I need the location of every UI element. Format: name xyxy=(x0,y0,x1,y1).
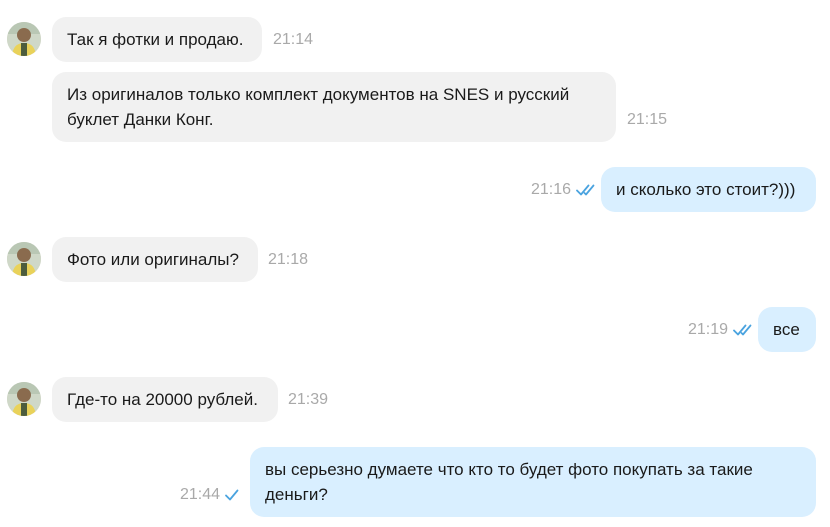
double-check-icon xyxy=(733,324,752,336)
contact-avatar[interactable] xyxy=(7,382,41,416)
message-bubble[interactable]: Так я фотки и продаю. xyxy=(52,17,262,62)
message-text: все xyxy=(773,320,800,339)
message-time: 21:19 xyxy=(688,321,729,338)
message-time: 21:16 xyxy=(531,181,572,198)
message-time: 21:18 xyxy=(268,251,309,268)
message-time: 21:44 xyxy=(180,486,221,503)
contact-avatar[interactable] xyxy=(7,22,41,56)
contact-avatar[interactable] xyxy=(7,242,41,276)
single-check-icon xyxy=(225,489,239,501)
message-bubble[interactable]: Фото или оригиналы? xyxy=(52,237,258,282)
message-bubble[interactable]: вы серьезно думаете что кто то будет фот… xyxy=(250,447,816,517)
chat-history: Так я фотки и продаю. 21:14 Из оригинало… xyxy=(0,0,830,527)
message-bubble[interactable]: Из оригиналов только комплект документов… xyxy=(52,72,616,142)
message-text-line: Из оригиналов только комплект документов… xyxy=(67,85,570,104)
message-text: Фото или оригиналы? xyxy=(67,250,239,269)
message-bubble[interactable]: все xyxy=(758,307,816,352)
message-text: и сколько это стоит?))) xyxy=(616,180,796,199)
message-bubble[interactable]: и сколько это стоит?))) xyxy=(601,167,816,212)
message-text-line: вы серьезно думаете что кто то будет фот… xyxy=(265,460,753,479)
message-text-line: деньги? xyxy=(265,485,328,504)
message-time: 21:39 xyxy=(288,391,329,408)
message-bubble[interactable]: Где-то на 20000 рублей. xyxy=(52,377,278,422)
message-text-line: буклет Данки Конг. xyxy=(67,110,214,129)
message-text: Где-то на 20000 рублей. xyxy=(67,390,258,409)
double-check-icon xyxy=(576,184,595,196)
message-time: 21:15 xyxy=(627,111,668,128)
message-text: Так я фотки и продаю. xyxy=(67,30,244,49)
message-time: 21:14 xyxy=(273,31,314,48)
